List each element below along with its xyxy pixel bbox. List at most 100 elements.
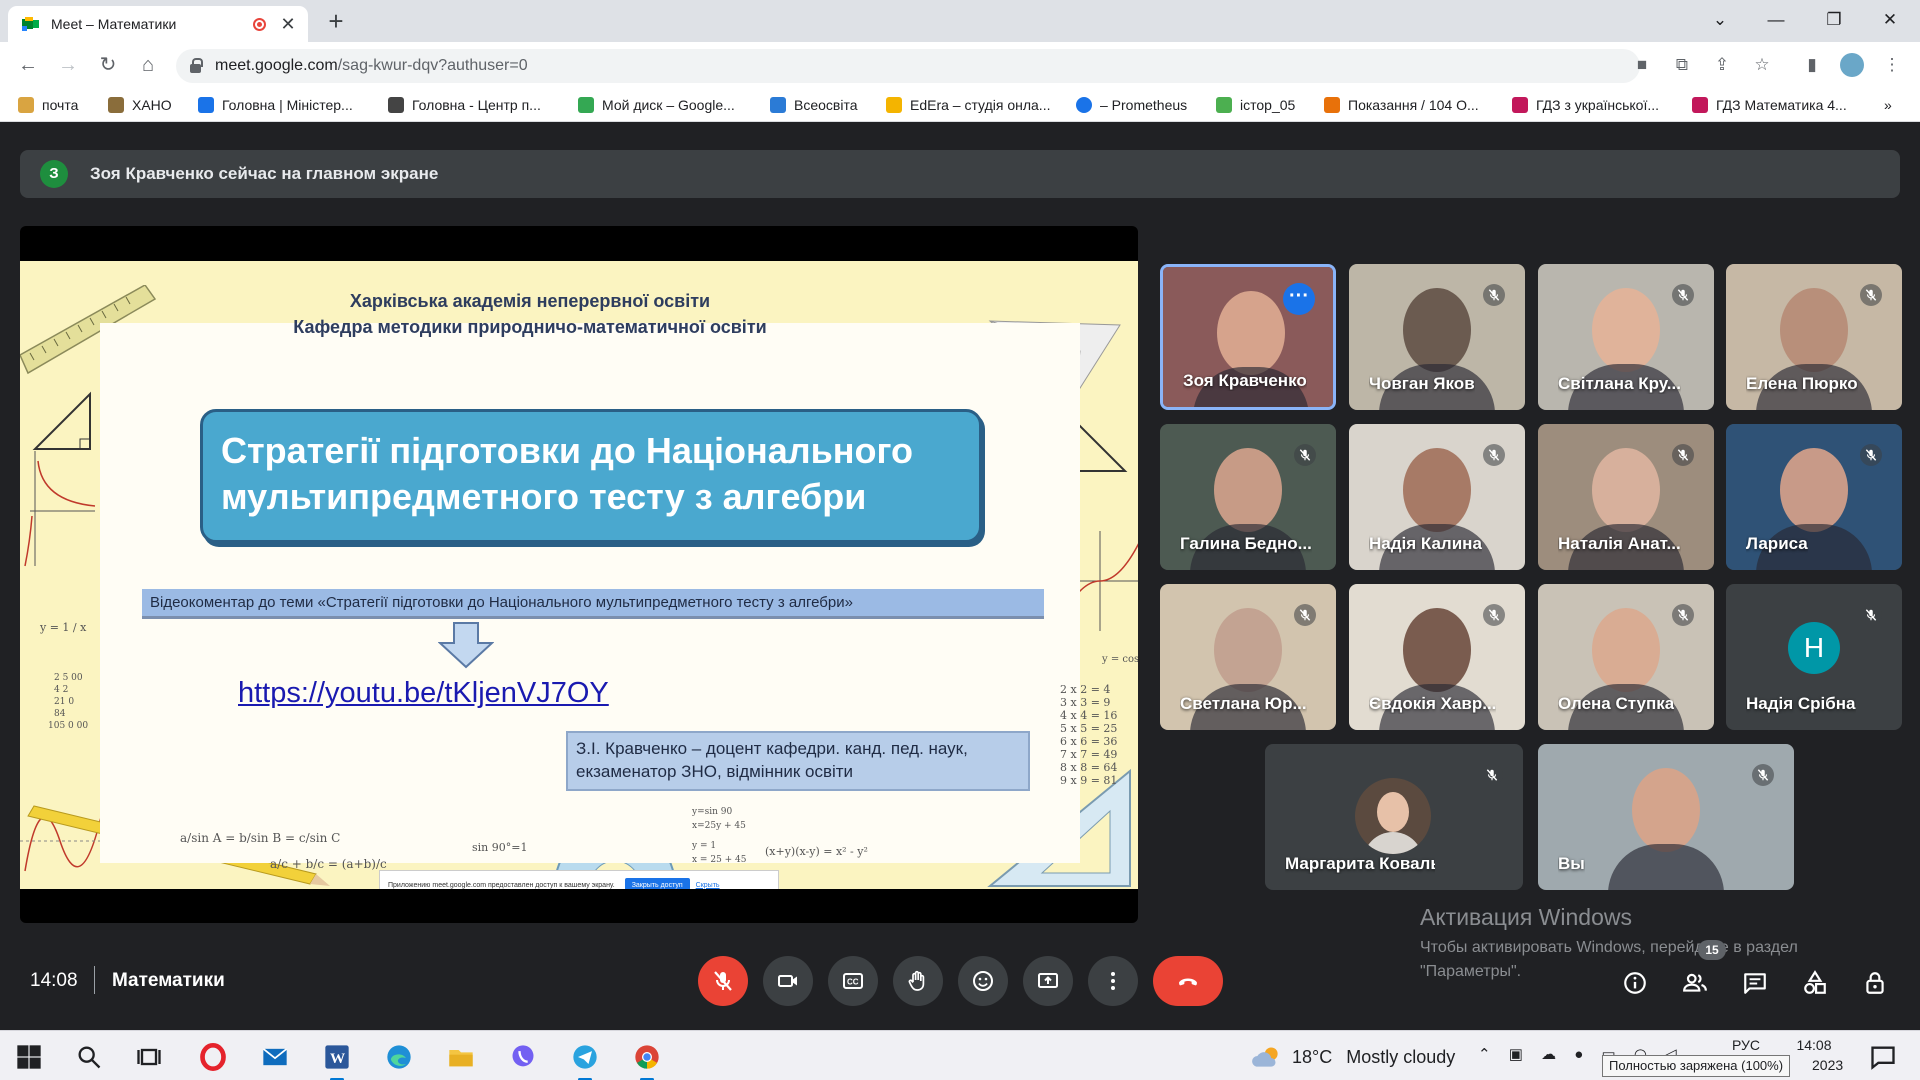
reactions-button[interactable] <box>958 956 1008 1006</box>
hide-notice-link[interactable]: Скрыть <box>696 882 720 889</box>
browser-toolbar: ← → ↻ ⌂ meet.google.com/sag-kwur-dqv?aut… <box>0 42 1920 88</box>
weather-widget[interactable]: 18°C Mostly cloudy <box>1250 1044 1455 1070</box>
activities-button[interactable] <box>1800 968 1830 998</box>
bookmark-favicon-icon <box>1692 97 1708 113</box>
mic-off-icon <box>1860 604 1882 626</box>
bookmark-item[interactable]: EdEra – студія онла... <box>886 96 1050 114</box>
side-panel-icon[interactable]: ▮ <box>1800 53 1824 77</box>
reload-button[interactable]: ↻ <box>94 51 122 79</box>
close-tab-icon[interactable]: ✕ <box>278 14 298 35</box>
share-icon[interactable]: ⇪ <box>1710 53 1734 77</box>
opera-icon <box>200 1043 226 1071</box>
bookmark-item[interactable]: почта <box>18 96 78 114</box>
mail-icon <box>262 1048 288 1066</box>
bookmarks-overflow-button[interactable]: » <box>1884 96 1892 114</box>
participant-tile[interactable]: Галина Бедно... <box>1160 424 1336 570</box>
captions-button[interactable]: CC <box>828 956 878 1006</box>
participant-tile[interactable]: Вы <box>1538 744 1794 890</box>
participant-tile[interactable]: Олена Ступка <box>1538 584 1714 730</box>
slide-comment: Відеокоментар до теми «Стратегії підгото… <box>142 589 1044 619</box>
mic-off-icon <box>1672 444 1694 466</box>
viber-icon <box>512 1045 534 1067</box>
opera-app[interactable] <box>196 1040 230 1074</box>
bookmark-item[interactable]: Показання / 104 О... <box>1324 96 1479 114</box>
show-hidden-icons-icon[interactable]: ⌃ <box>1478 1046 1491 1063</box>
start-button[interactable] <box>12 1040 46 1074</box>
bookmark-item[interactable]: ХАНО <box>108 96 172 114</box>
bookmark-item[interactable]: ГДЗ Математика 4... <box>1692 96 1847 114</box>
keyboard-language[interactable]: РУС <box>1732 1037 1760 1053</box>
meeting-details-button[interactable] <box>1620 968 1650 998</box>
search-button[interactable] <box>72 1040 106 1074</box>
participant-tile[interactable]: Світлана Кру... <box>1538 264 1714 410</box>
formula-text: a/c + b/c = (a+b)/c <box>270 857 387 871</box>
slide-title: Стратегії підготовки до Національного мул… <box>221 430 914 517</box>
host-controls-button[interactable] <box>1860 968 1890 998</box>
participants-button[interactable] <box>1680 968 1710 998</box>
formula-text: 84 <box>54 709 66 719</box>
microphone-tray-icon[interactable]: ● <box>1574 1046 1583 1063</box>
open-in-window-icon[interactable]: ⧉ <box>1670 53 1694 77</box>
edge-app[interactable] <box>382 1040 416 1074</box>
back-button[interactable]: ← <box>14 51 42 79</box>
participant-tile[interactable]: Маргарита Коваль <box>1265 744 1523 890</box>
bookmark-item[interactable]: – Prometheus <box>1076 96 1187 114</box>
close-window-button[interactable]: ✕ <box>1870 8 1910 32</box>
mic-off-icon <box>1672 604 1694 626</box>
telegram-app[interactable] <box>568 1040 602 1080</box>
chrome-icon <box>635 1045 659 1069</box>
browser-menu-icon[interactable]: ⋮ <box>1880 53 1904 77</box>
forward-button[interactable]: → <box>54 51 82 79</box>
present-screen-button[interactable] <box>1023 956 1073 1006</box>
bookmark-item[interactable]: Мой диск – Google... <box>578 96 735 114</box>
bookmark-item[interactable]: Головна | Міністер... <box>198 96 353 114</box>
bookmark-favicon-icon <box>1076 97 1092 113</box>
viber-app[interactable] <box>506 1040 540 1074</box>
file-explorer-app[interactable] <box>444 1040 478 1074</box>
participant-tile[interactable]: Елена Пюрко <box>1726 264 1902 410</box>
home-button[interactable]: ⌂ <box>134 51 162 79</box>
participant-tile[interactable]: Човган Яков <box>1349 264 1525 410</box>
participant-tile[interactable]: Лариса <box>1726 424 1902 570</box>
youtube-link[interactable]: https://youtu.be/tKljenVJ7OY <box>238 677 609 710</box>
share-notice-text: Приложению meet.google.com предоставлен … <box>388 881 615 889</box>
stop-sharing-button[interactable]: Закрыть доступ <box>624 877 690 889</box>
chat-button[interactable] <box>1740 968 1770 998</box>
participant-tile[interactable]: Євдокія Хавр... <box>1349 584 1525 730</box>
present-icon <box>1038 973 1058 988</box>
more-options-button[interactable] <box>1088 956 1138 1006</box>
participant-tile[interactable]: Н Надія Срібна <box>1726 584 1902 730</box>
bookmark-item[interactable]: Всеосвіта <box>770 96 858 114</box>
bookmark-star-icon[interactable]: ☆ <box>1750 53 1774 77</box>
arrow-down-icon <box>438 622 494 669</box>
participant-tile[interactable]: ··· Зоя Кравченко <box>1160 264 1336 410</box>
tray-app-icon[interactable]: ▣ <box>1509 1046 1523 1063</box>
mail-app[interactable] <box>258 1040 292 1074</box>
maximize-window-button[interactable]: ❐ <box>1814 8 1854 32</box>
bookmark-item[interactable]: істор_05 <box>1216 96 1295 114</box>
participant-options-button[interactable]: ··· <box>1283 283 1315 315</box>
onedrive-cloud-icon[interactable]: ☁ <box>1541 1046 1556 1063</box>
camera-in-use-icon[interactable]: ■ <box>1630 53 1654 77</box>
chrome-app[interactable] <box>630 1040 664 1080</box>
raise-hand-button[interactable] <box>893 956 943 1006</box>
word-app[interactable]: W <box>320 1040 354 1080</box>
participant-tile[interactable]: Светлана Юр... <box>1160 584 1336 730</box>
new-tab-button[interactable]: + <box>322 8 350 34</box>
address-bar[interactable]: meet.google.com/sag-kwur-dqv?authuser=0 <box>176 49 1640 83</box>
browser-tab-meet[interactable]: Meet – Математики ✕ <box>8 6 308 42</box>
participant-tile[interactable]: Наталія Анат... <box>1538 424 1714 570</box>
formula-text: y=sin 90 <box>692 807 733 817</box>
task-view-button[interactable] <box>132 1040 166 1074</box>
participant-tile[interactable]: Надія Калина <box>1349 424 1525 570</box>
bookmark-item[interactable]: Головна - Центр п... <box>388 96 541 114</box>
leave-call-button[interactable] <box>1153 956 1223 1006</box>
taskbar-clock[interactable]: 14:08 <box>1794 1037 1834 1053</box>
bookmark-item[interactable]: ГДЗ з української... <box>1512 96 1659 114</box>
camera-toggle-button[interactable] <box>763 956 813 1006</box>
minimize-window-button[interactable]: — <box>1756 8 1796 32</box>
tab-search-chevron-icon[interactable]: ⌄ <box>1700 8 1740 32</box>
microphone-toggle-button[interactable] <box>698 956 748 1006</box>
profile-avatar[interactable] <box>1840 53 1864 77</box>
notifications-button[interactable] <box>1866 1040 1900 1074</box>
